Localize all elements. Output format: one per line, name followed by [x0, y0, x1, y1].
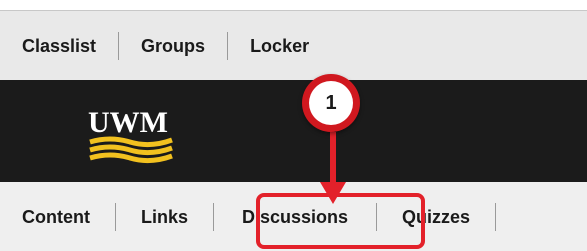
nav-item-classlist[interactable]: Classlist — [0, 32, 118, 60]
step-number: 1 — [309, 81, 353, 125]
screenshot: Classlist Groups Locker UWM Content Link… — [0, 0, 587, 251]
nav-item-links[interactable]: Links — [116, 203, 213, 231]
uwm-logo[interactable]: UWM — [86, 100, 176, 170]
nav-item-groups[interactable]: Groups — [119, 32, 227, 60]
header-banner: UWM — [0, 80, 587, 182]
step-callout-badge: 1 — [302, 74, 360, 132]
nav-separator — [495, 202, 497, 231]
logo-text: UWM — [88, 106, 168, 139]
arrow-down-icon — [320, 132, 346, 204]
top-navigation-bar: Classlist Groups Locker — [0, 10, 587, 81]
nav-item-locker[interactable]: Locker — [228, 32, 331, 60]
nav-item-content[interactable]: Content — [0, 203, 115, 231]
